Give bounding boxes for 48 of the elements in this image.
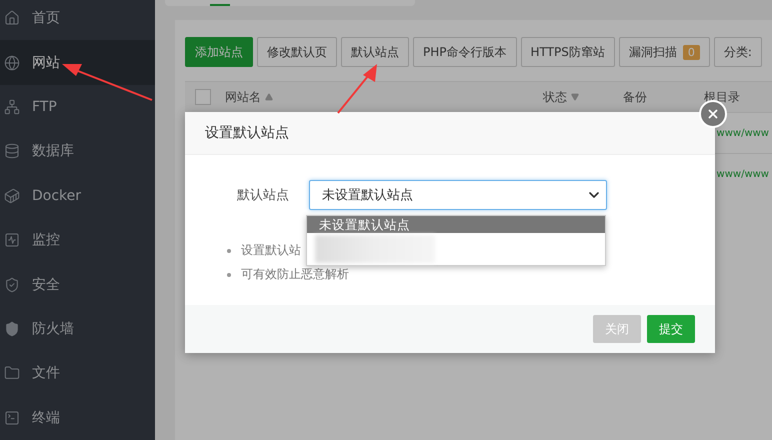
table-cell-text: www/www xyxy=(716,168,770,180)
dropdown-option[interactable]: 未设置默认站点 xyxy=(307,216,605,233)
column-header[interactable]: 备份 xyxy=(623,88,647,106)
toolbar-button[interactable]: 默认站点 xyxy=(341,37,409,67)
note-text: 可有效防止恶意解析 xyxy=(241,266,349,283)
shield-check-icon xyxy=(4,276,20,293)
column-header[interactable]: 状态 xyxy=(543,88,567,106)
sidebar-item[interactable]: 首页 xyxy=(0,0,155,40)
sidebar-item[interactable]: 终端 xyxy=(0,396,155,440)
folder-icon xyxy=(4,365,20,382)
bullet-icon xyxy=(227,272,231,276)
pointer-arrow xyxy=(337,64,377,114)
sidebar-item[interactable]: 防火墙 xyxy=(0,306,155,352)
sidebar-item[interactable]: 数据库 xyxy=(0,129,155,174)
home-icon xyxy=(4,10,20,26)
monitor-icon xyxy=(4,232,20,248)
sort-icon xyxy=(265,93,273,101)
sidebar-item[interactable]: 网站 xyxy=(0,40,155,85)
toolbar-button[interactable]: PHP命令行版本 xyxy=(413,37,516,67)
sidebar-item[interactable]: FTP xyxy=(0,84,155,130)
count-badge: 0 xyxy=(682,44,700,60)
toolbar-button[interactable]: 分类: xyxy=(714,37,762,67)
bullet-icon xyxy=(227,248,231,252)
shield-icon xyxy=(4,321,20,338)
table-cell-text: www/www xyxy=(716,128,770,138)
close-icon xyxy=(706,107,720,121)
dialog-button[interactable]: 提交 xyxy=(647,315,695,343)
sidebar-item[interactable]: Docker xyxy=(0,174,155,218)
terminal-icon xyxy=(4,410,20,426)
dialog-title: 设置默认站点 xyxy=(205,124,289,142)
sidebar-item[interactable]: 文件 xyxy=(0,351,155,396)
tab-indicator xyxy=(210,4,230,6)
sidebar-item[interactable]: 安全 xyxy=(0,262,155,307)
container-icon xyxy=(4,188,20,204)
sort-icon xyxy=(571,93,579,101)
database-icon xyxy=(4,143,20,160)
network-icon xyxy=(4,99,20,116)
sidebar-item[interactable]: 监控 xyxy=(0,218,155,262)
toolbar-button[interactable]: HTTPS防窜站 xyxy=(520,37,615,67)
field-label: 默认站点 xyxy=(237,187,289,204)
checkbox[interactable] xyxy=(195,89,211,105)
column-header[interactable]: 网站名 xyxy=(225,88,261,106)
select-field[interactable]: 未设置默认站点 xyxy=(309,180,607,210)
note-text: 设置默认站 xyxy=(241,242,301,259)
globe-icon xyxy=(4,54,20,71)
toolbar-button[interactable]: 漏洞扫描 0 xyxy=(618,37,710,67)
toolbar-button[interactable]: 添加站点 xyxy=(185,37,253,67)
toolbar-button[interactable]: 修改默认页 xyxy=(257,37,337,67)
